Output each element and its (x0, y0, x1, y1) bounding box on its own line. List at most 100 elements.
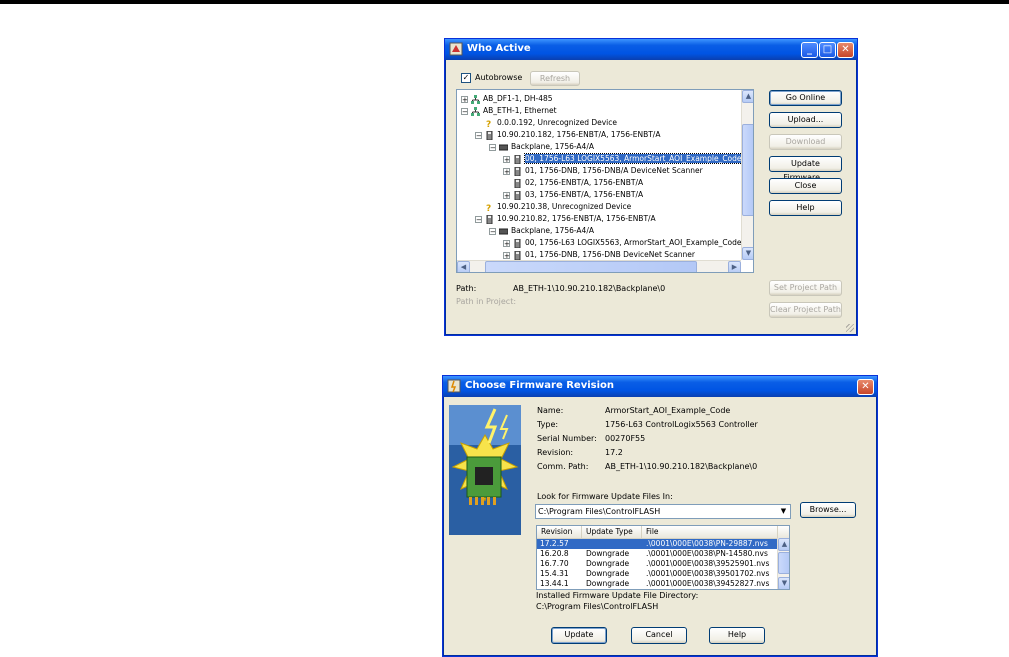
close-icon[interactable]: ✕ (837, 42, 854, 58)
tree-node[interactable]: +00, 1756-L63 LOGIX5563, ArmorStart_AOI_… (503, 153, 743, 164)
dropdown-arrow-icon[interactable]: ▼ (777, 505, 790, 518)
tree-node[interactable]: +00, 1756-L63 LOGIX5563, ArmorStart_AOI_… (503, 237, 742, 248)
tree-node[interactable]: ? 10.90.210.38, Unrecognized Device (475, 201, 631, 212)
svg-text:?: ? (486, 204, 491, 212)
download-button[interactable]: Download (769, 134, 842, 150)
autobrowse-checkbox[interactable]: ✓ (461, 73, 471, 83)
collapse-icon[interactable]: − (475, 215, 482, 223)
tree-vertical-scrollbar[interactable]: ▲ ▼ (741, 90, 753, 260)
help-button[interactable]: Help (709, 627, 765, 644)
horizontal-scroll-thumb[interactable] (485, 261, 697, 272)
expand-icon[interactable]: + (461, 95, 468, 103)
module-icon (514, 178, 521, 188)
info-label: Type: (537, 420, 559, 429)
cell-update-type: Downgrade (586, 549, 630, 558)
tree-node[interactable]: − 10.90.210.82, 1756-ENBT/A, 1756-ENBT/A (475, 213, 656, 224)
look-for-label: Look for Firmware Update Files In: (537, 492, 673, 501)
autobrowse-label: Autobrowse (475, 73, 523, 82)
update-firmware-button[interactable]: Update Firmware... (769, 156, 842, 182)
expand-icon[interactable]: + (503, 239, 510, 247)
info-label: Revision: (537, 448, 574, 457)
info-value: 00270F55 (605, 434, 646, 443)
revision-list-scrollbar[interactable]: ▲ ▼ (777, 538, 789, 589)
expand-icon[interactable]: + (503, 167, 510, 175)
tree-node[interactable]: ? 0.0.0.192, Unrecognized Device (475, 117, 617, 128)
revision-list[interactable]: Revision Update Type File 17.2.57 .\0001\… (536, 525, 790, 590)
tree-horizontal-scrollbar[interactable]: ◀ ▶ (457, 260, 741, 272)
cell-file: .\0001\000E\0038\39452827.nvs (646, 579, 770, 588)
table-row[interactable]: 16.7.70 Downgrade .\0001\000E\0038\3952590… (537, 559, 777, 569)
collapse-icon[interactable]: − (489, 143, 496, 151)
browse-button[interactable]: Browse... (800, 502, 856, 518)
maximize-icon[interactable]: □ (819, 42, 836, 58)
col-file[interactable]: File (642, 526, 778, 538)
cell-file: .\0001\000E\0038\PN-14580.nvs (646, 549, 768, 558)
close-button[interactable]: Close (769, 178, 842, 194)
tree-node-label: 01, 1756-DNB, 1756-DNB/A DeviceNet Scann… (525, 166, 703, 175)
tree-node[interactable]: +01, 1756-DNB, 1756-DNB DeviceNet Scanne… (503, 249, 695, 260)
tree-node[interactable]: +01, 1756-DNB, 1756-DNB/A DeviceNet Scan… (503, 165, 703, 176)
who-active-window: Who Active _ □ ✕ ✓ Autobrowse Refresh + A… (444, 38, 858, 336)
expand-icon[interactable]: + (503, 155, 510, 163)
module-icon (514, 250, 521, 260)
table-row[interactable]: 13.44.1 Downgrade .\0001\000E\0038\3945282… (537, 579, 777, 589)
unknown-device-icon: ? (486, 204, 491, 212)
scroll-down-icon[interactable]: ▼ (778, 577, 789, 589)
unknown-device-icon: ? (486, 120, 491, 128)
collapse-icon[interactable]: − (461, 107, 468, 115)
minimize-icon[interactable]: _ (801, 42, 818, 58)
vertical-scroll-thumb[interactable] (742, 124, 753, 216)
expand-icon[interactable]: + (503, 191, 510, 199)
module-icon (514, 238, 521, 248)
firmware-titlebar[interactable]: Choose Firmware Revision ✕ (443, 376, 877, 397)
path-value: AB_ETH-1\10.90.210.182\Backplane\0 (513, 284, 666, 293)
device-tree[interactable]: + AB_DF1-1, DH-485 − AB_ETH-1, Ethernet? 0.0… (456, 89, 754, 273)
cell-revision: 16.7.70 (540, 559, 569, 568)
tree-node[interactable]: 02, 1756-ENBT/A, 1756-ENBT/A (503, 177, 643, 188)
cell-update-type: Downgrade (586, 569, 630, 578)
collapse-icon[interactable]: − (475, 131, 482, 139)
scroll-up-icon[interactable]: ▲ (742, 90, 753, 103)
tree-node[interactable]: − Backplane, 1756-A4/A (489, 141, 594, 152)
refresh-button[interactable]: Refresh (530, 71, 580, 86)
installed-dir-label: Installed Firmware Update File Directory… (536, 591, 699, 600)
collapse-icon[interactable]: − (489, 227, 496, 235)
clear-project-path-button[interactable]: Clear Project Path (769, 302, 842, 318)
upload-button[interactable]: Upload... (769, 112, 842, 128)
firmware-directory-combo[interactable]: C:\Program Files\ControlFLASH ▼ (535, 504, 791, 519)
info-value: ArmorStart_AOI_Example_Code (605, 406, 731, 415)
cancel-button[interactable]: Cancel (631, 627, 687, 644)
tree-node-label: 10.90.210.38, Unrecognized Device (497, 202, 632, 211)
tree-node-label: Backplane, 1756-A4/A (511, 226, 594, 235)
scroll-down-icon[interactable]: ▼ (742, 247, 753, 260)
col-revision[interactable]: Revision (537, 526, 582, 538)
go-online-button[interactable]: Go Online (769, 90, 842, 106)
info-value: AB_ETH-1\10.90.210.182\Backplane\0 (605, 462, 758, 471)
scroll-left-icon[interactable]: ◀ (457, 261, 470, 272)
vertical-scroll-thumb[interactable] (778, 552, 789, 574)
tree-node[interactable]: − 10.90.210.182, 1756-ENBT/A, 1756-ENBT/A (475, 129, 660, 140)
resize-grip-icon[interactable] (846, 324, 854, 332)
scroll-up-icon[interactable]: ▲ (778, 538, 789, 551)
tree-node[interactable]: + AB_DF1-1, DH-485 (461, 93, 553, 104)
tree-node[interactable]: − AB_ETH-1, Ethernet (461, 105, 557, 116)
tree-node-label: Backplane, 1756-A4/A (511, 142, 594, 151)
firmware-directory-value: C:\Program Files\ControlFLASH (538, 507, 661, 516)
tree-node[interactable]: − Backplane, 1756-A4/A (489, 225, 594, 236)
update-button[interactable]: Update (551, 627, 607, 644)
cell-revision: 13.44.1 (540, 579, 569, 588)
table-row[interactable]: 17.2.57 .\0001\000E\0038\PN-29887.nvs (537, 539, 777, 549)
set-project-path-button[interactable]: Set Project Path (769, 280, 842, 296)
scroll-right-icon[interactable]: ▶ (728, 261, 741, 272)
who-active-titlebar[interactable]: Who Active _ □ ✕ (445, 39, 857, 60)
col-update-type[interactable]: Update Type (582, 526, 642, 538)
tree-node[interactable]: +03, 1756-ENBT/A, 1756-ENBT/A (503, 189, 643, 200)
tree-node-label: 02, 1756-ENBT/A, 1756-ENBT/A (525, 178, 644, 187)
expand-icon[interactable]: + (503, 251, 510, 259)
close-icon[interactable]: ✕ (857, 379, 874, 395)
table-row[interactable]: 15.4.31 Downgrade .\0001\000E\0038\3950170… (537, 569, 777, 579)
backplane-icon (499, 228, 508, 234)
table-row[interactable]: 16.20.8 Downgrade .\0001\000E\0038\PN-1458… (537, 549, 777, 559)
help-button[interactable]: Help (769, 200, 842, 216)
page-top-rule (0, 0, 1009, 4)
